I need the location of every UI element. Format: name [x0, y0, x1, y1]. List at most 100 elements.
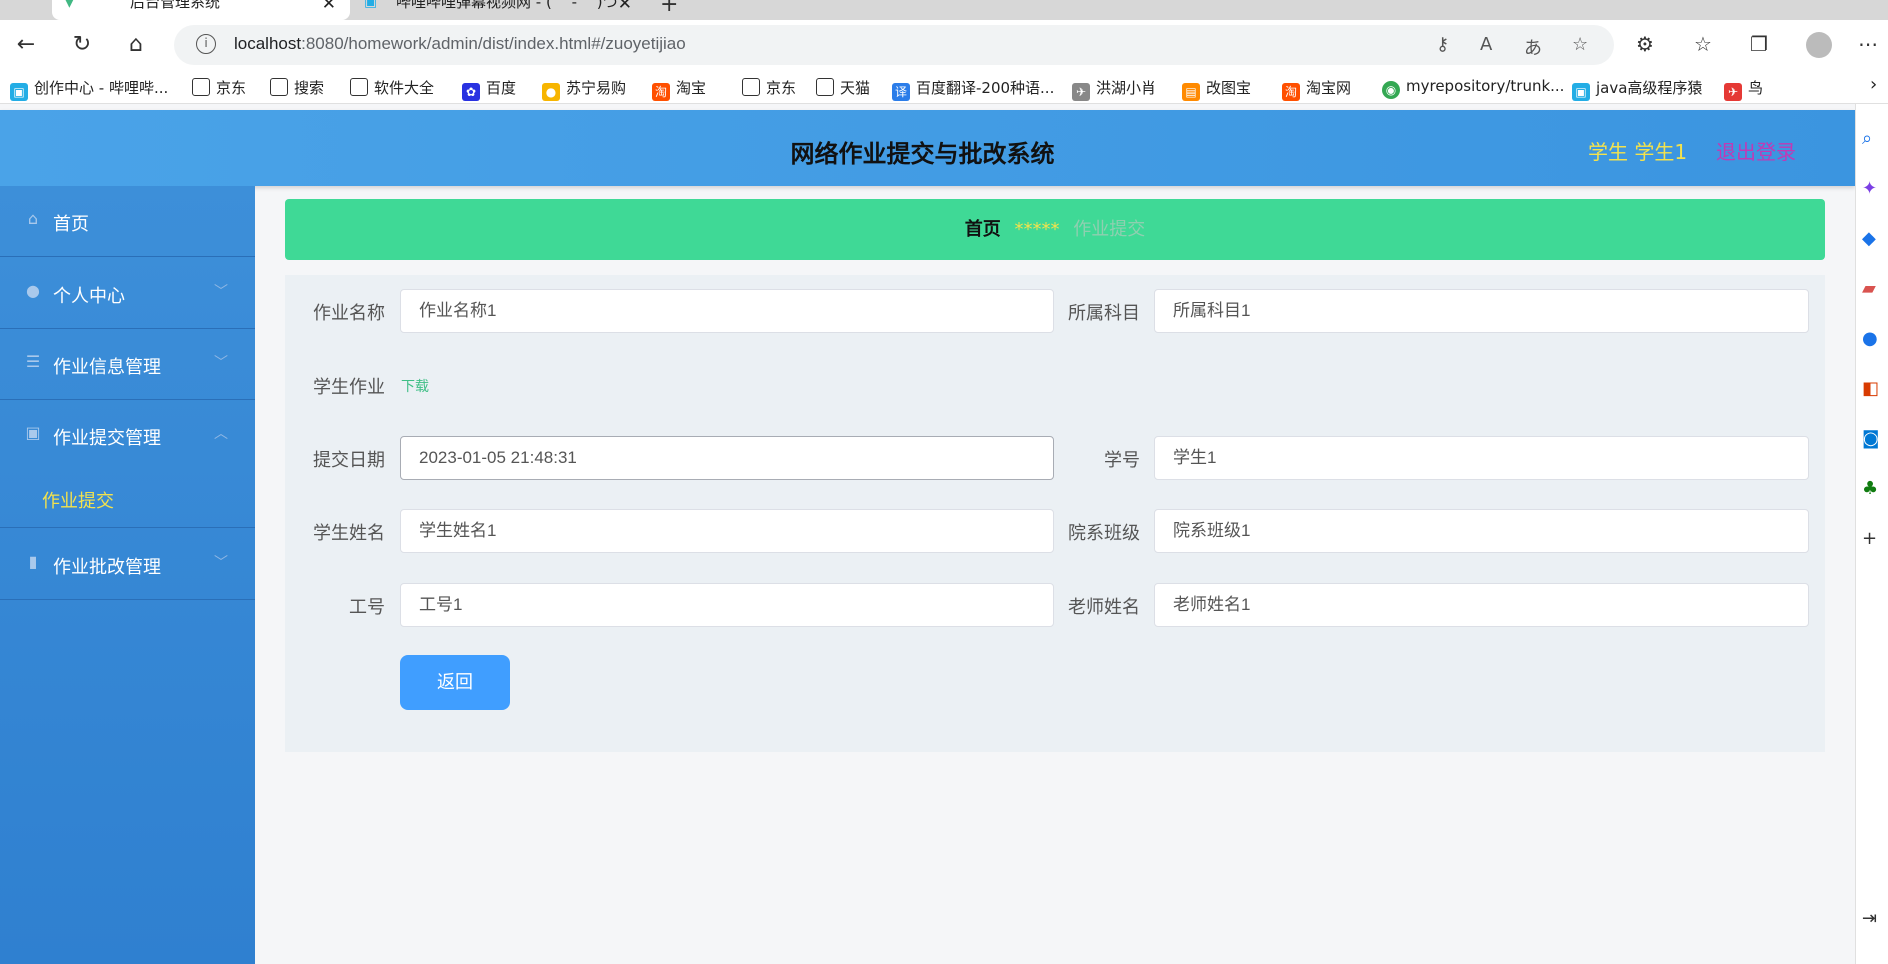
sidebar: ⌂ 首页 ● 个人中心 ﹀ ☰ 作业信息管理 ﹀ ▣ 作业提交管理 ︿ 作业提交… — [0, 186, 255, 964]
taobao-icon: 淘 — [1282, 83, 1300, 101]
add-favorite-icon[interactable]: ☆ — [1572, 34, 1588, 55]
browser-side-panel: ⌕ ✦ ◆ ▰ ● ◧ ◙ ♣ + ⇥ — [1855, 104, 1888, 964]
chevron-right-icon[interactable]: › — [1870, 74, 1877, 95]
sidebar-subitem-submit[interactable]: 作业提交 — [0, 471, 255, 528]
mic-icon: ▮ — [28, 552, 38, 571]
submit-date-label: 提交日期 — [313, 450, 385, 471]
close-tab-icon[interactable]: ✕ — [322, 0, 336, 14]
breadcrumb-current: 作业提交 — [1073, 219, 1146, 240]
page-icon — [270, 78, 288, 96]
tab-label: 哔哩哔哩弹幕视频网 - ( ゜- ゜)つ — [396, 0, 618, 11]
collections-icon[interactable]: ❐ — [1750, 32, 1768, 56]
baidu-icon: ✿ — [462, 83, 480, 101]
more-icon[interactable]: ⋯ — [1858, 32, 1878, 56]
bookmark[interactable]: ◉ myrepository/trunk... — [1382, 77, 1564, 99]
sidebar-item-home[interactable]: ⌂ 首页 — [0, 186, 255, 257]
bookmark[interactable]: ▤ 改图宝 — [1182, 77, 1251, 101]
office-icon[interactable]: ◧ — [1862, 378, 1879, 399]
bookmark[interactable]: ✈ 鸟 — [1724, 77, 1763, 101]
sidebar-subitem-label: 作业提交 — [42, 491, 114, 512]
user-icon: ● — [26, 281, 40, 300]
sidebar-item-label: 首页 — [53, 214, 89, 235]
copilot-icon[interactable]: ✦ — [1862, 178, 1877, 199]
teacher-name-input[interactable]: 老师姓名1 — [1154, 583, 1809, 627]
chevron-up-icon: ︿ — [214, 426, 228, 442]
bookmark[interactable]: ● 苏宁易购 — [542, 77, 626, 101]
new-tab-icon[interactable]: + — [660, 0, 678, 17]
chevron-down-icon: ﹀ — [214, 284, 228, 300]
subject-input[interactable]: 所属科目1 — [1154, 289, 1809, 333]
bird-icon: ✈ — [1724, 83, 1742, 101]
bookmark[interactable]: 京东 — [742, 77, 796, 98]
back-button[interactable]: 返回 — [400, 655, 510, 710]
home-browser-icon[interactable]: ⌂ — [120, 30, 152, 60]
avatar[interactable] — [1806, 32, 1832, 58]
bookmark[interactable]: ▣ 创作中心 - 哔哩哔... — [10, 77, 168, 101]
add-icon[interactable]: + — [1862, 528, 1877, 549]
back-icon[interactable]: ← — [10, 30, 42, 60]
class-label: 院系班级 — [1068, 523, 1140, 544]
bookmarks-bar: ▣ 创作中心 - 哔哩哔... 京东 搜索 软件大全 ✿ 百度 ● 苏宁易购 淘淘宝 … — [0, 70, 1888, 104]
current-user: 学生 学生1 — [1588, 140, 1688, 164]
bookmark[interactable]: 软件大全 — [350, 77, 434, 98]
page-icon — [742, 78, 760, 96]
tree-icon[interactable]: ♣ — [1862, 478, 1878, 499]
homework-name-label: 作业名称 — [313, 303, 385, 324]
sidebar-item-homework-info[interactable]: ☰ 作业信息管理 ﹀ — [0, 329, 255, 400]
bookmark[interactable]: 淘淘宝 — [652, 77, 706, 101]
bookmark[interactable]: ▣ java高级程序猿 — [1572, 77, 1702, 101]
tag-icon[interactable]: ◆ — [1862, 228, 1876, 249]
extensions-icon[interactable]: ⚙ — [1636, 32, 1654, 56]
student-no-input[interactable]: 学生1 — [1154, 436, 1809, 480]
app-header: 网络作业提交与批改系统 学生 学生1 退出登录 — [0, 110, 1855, 186]
class-input[interactable]: 院系班级1 — [1154, 509, 1809, 553]
bookmark[interactable]: 天猫 — [816, 77, 870, 98]
vue-icon: ▼ — [64, 0, 75, 10]
bookmark[interactable]: 京东 — [192, 77, 246, 98]
student-name-input[interactable]: 学生姓名1 — [400, 509, 1054, 553]
home-icon: ⌂ — [27, 209, 39, 228]
tools-icon[interactable]: ▰ — [1862, 278, 1876, 299]
tab-admin[interactable]: ▼ 后台管理系统 ✕ — [52, 0, 350, 20]
submit-date-input[interactable]: 2023-01-05 21:48:31 — [400, 436, 1054, 480]
homework-name-input[interactable]: 作业名称1 — [400, 289, 1054, 333]
outlook-icon[interactable]: ◙ — [1862, 428, 1879, 449]
key-icon[interactable]: ⚷ — [1436, 34, 1449, 55]
chevron-down-icon: ﹀ — [214, 355, 228, 371]
search-icon[interactable]: ⌕ — [1862, 128, 1872, 149]
bookmark[interactable]: 淘淘宝网 — [1282, 77, 1351, 101]
bookmark[interactable]: ✿ 百度 — [462, 77, 516, 101]
translate-icon[interactable]: あ — [1524, 34, 1542, 60]
bookmark[interactable]: 译百度翻译-200种语... — [892, 77, 1054, 101]
sidebar-item-homework-grading[interactable]: ▮ 作业批改管理 ﹀ — [0, 529, 255, 600]
download-link[interactable]: 下载 — [401, 376, 429, 396]
favorites-icon[interactable]: ☆ — [1694, 32, 1712, 56]
bookmark[interactable]: 搜索 — [270, 77, 324, 98]
address-bar-row: ← ↻ ⌂ i localhost:8080/homework/admin/di… — [0, 20, 1888, 70]
people-icon[interactable]: ● — [1862, 328, 1878, 349]
panel-toggle-icon[interactable]: ⇥ — [1862, 908, 1877, 929]
page-title: 网络作业提交与批改系统 — [790, 140, 1055, 168]
chevron-down-icon: ﹀ — [214, 555, 228, 571]
page-icon — [816, 78, 834, 96]
site-info-icon[interactable]: i — [196, 34, 216, 54]
subject-label: 所属科目 — [1068, 303, 1140, 324]
page-icon — [350, 78, 368, 96]
clipboard-icon: ▣ — [25, 423, 41, 442]
refresh-icon[interactable]: ↻ — [66, 30, 98, 60]
job-no-label: 工号 — [349, 597, 385, 618]
close-tab-icon[interactable]: ✕ — [618, 0, 632, 14]
tab-bilibili[interactable]: ▣ 哔哩哔哩弹幕视频网 - ( ゜- ゜)つ ✕ — [356, 0, 646, 20]
sidebar-item-label: 个人中心 — [53, 286, 125, 307]
sidebar-item-homework-submit[interactable]: ▣ 作业提交管理 ︿ — [0, 400, 255, 471]
logout-link[interactable]: 退出登录 — [1716, 136, 1796, 165]
url-field[interactable]: i localhost:8080/homework/admin/dist/ind… — [174, 25, 1614, 65]
read-aloud-icon[interactable]: A — [1480, 34, 1492, 55]
bird-icon: ✈ — [1072, 83, 1090, 101]
bookmark[interactable]: ✈ 洪湖小肖 — [1072, 77, 1156, 101]
sidebar-item-label: 作业提交管理 — [53, 428, 161, 449]
student-no-label: 学号 — [1104, 450, 1140, 471]
breadcrumb-home[interactable]: 首页 — [965, 219, 1001, 240]
job-no-input[interactable]: 工号1 — [400, 583, 1054, 627]
sidebar-item-personal-center[interactable]: ● 个人中心 ﹀ — [0, 258, 255, 329]
